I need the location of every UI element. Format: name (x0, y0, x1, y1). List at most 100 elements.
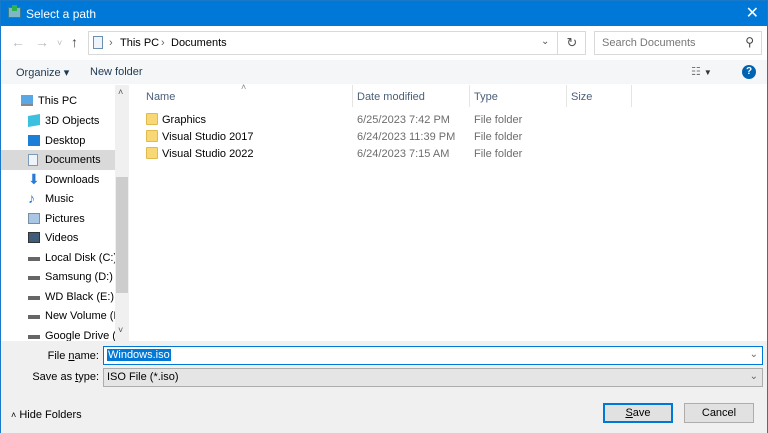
save-dialog: Select a path ✕ ← → ˅ ↑ › This PC › Docu… (0, 0, 768, 433)
close-icon[interactable]: ✕ (746, 3, 759, 23)
help-icon[interactable]: ? (742, 65, 756, 79)
dialog-footer: File name: Windows.iso ⌄ Save as type: I… (1, 341, 767, 433)
column-divider[interactable] (566, 85, 567, 107)
drive-icon (28, 252, 40, 261)
sidebar-item[interactable]: This PC (1, 91, 115, 111)
chevron-down-icon[interactable]: ⌄ (750, 349, 758, 360)
file-name-input[interactable]: Windows.iso ⌄ (103, 346, 763, 365)
sidebar-item[interactable]: Local Disk (C:) (1, 248, 118, 268)
search-icon: ⚲ (745, 35, 754, 49)
save-button[interactable]: Save (603, 403, 673, 423)
row-date: 6/24/2023 11:39 PM (357, 131, 456, 143)
breadcrumb-this-pc[interactable]: This PC (120, 37, 159, 49)
drive-icon (28, 330, 40, 339)
row-date: 6/24/2023 7:15 AM (357, 148, 450, 160)
app-icon (8, 5, 21, 18)
row-date: 6/25/2023 7:42 PM (357, 114, 450, 126)
sidebar-item[interactable]: 3D Objects (1, 111, 115, 131)
sidebar-item-label: Documents (45, 154, 101, 166)
column-size[interactable]: Size (571, 91, 592, 103)
folder-icon (146, 130, 158, 142)
column-type[interactable]: Type (474, 91, 498, 103)
column-date-modified[interactable]: Date modified (357, 91, 425, 103)
row-name: Visual Studio 2022 (162, 148, 254, 160)
sidebar-item-label: Music (45, 193, 74, 205)
breadcrumb-documents[interactable]: Documents (171, 37, 227, 49)
chevron-up-icon: ˄ (11, 410, 17, 420)
column-divider[interactable] (469, 85, 470, 107)
document-icon (93, 36, 103, 49)
sidebar-item-label: Downloads (45, 173, 100, 186)
picture-icon (28, 212, 40, 224)
hide-folders-label: Hide Folders (19, 409, 82, 421)
sidebar-item-label: Videos (45, 232, 79, 244)
download-arrow-icon: ⬇ (28, 170, 40, 187)
table-row[interactable]: Visual Studio 2022 6/24/2023 7:15 AM Fil… (129, 145, 767, 162)
cube-icon (28, 113, 40, 128)
folder-icon (146, 113, 158, 125)
breadcrumb-separator: › (161, 37, 165, 49)
drive-icon (28, 291, 40, 300)
organize-button[interactable]: Organize ▾ (16, 66, 69, 79)
chevron-down-icon[interactable]: ⌄ (541, 36, 549, 47)
recent-chevron-icon[interactable]: ˅ (57, 38, 62, 48)
table-row[interactable]: Visual Studio 2017 6/24/2023 11:39 PM Fi… (129, 128, 767, 145)
drive-icon (28, 310, 40, 319)
sidebar-item[interactable]: Videos (1, 228, 115, 248)
column-divider[interactable] (631, 85, 632, 107)
sort-ascending-icon: ˄ (241, 82, 247, 92)
save-type-value: ISO File (*.iso) (107, 371, 179, 383)
row-type: File folder (474, 131, 523, 143)
scroll-up-icon[interactable]: ˄ (118, 87, 123, 97)
scroll-down-icon[interactable]: ˅ (118, 325, 123, 335)
sidebar-item-label: Local Disk (C:) (45, 251, 118, 264)
sidebar-item[interactable]: WD Black (E:) (1, 287, 115, 307)
file-name-label: File name: (47, 350, 99, 362)
document-icon (28, 154, 38, 166)
cancel-button[interactable]: Cancel (684, 403, 754, 423)
hide-folders-button[interactable]: ˄ Hide Folders (11, 409, 82, 421)
sidebar-item-label: Desktop (45, 134, 86, 147)
forward-arrow-icon[interactable]: → (35, 34, 49, 50)
sidebar-item-label: Samsung (D:) (45, 271, 113, 283)
sidebar-item-label: Pictures (45, 212, 85, 225)
back-arrow-icon[interactable]: ← (11, 34, 25, 50)
sidebar-scrollbar[interactable]: ˄ ˅ (115, 85, 129, 341)
row-type: File folder (474, 148, 523, 160)
sidebar-item[interactable]: ⬇ Downloads (1, 170, 115, 190)
save-type-label: Save as type: (32, 371, 99, 383)
row-name: Visual Studio 2017 (162, 131, 254, 143)
sidebar-item[interactable]: ♪ Music (1, 189, 115, 209)
file-name-value: Windows.iso (107, 349, 171, 361)
desktop-icon (28, 134, 40, 146)
computer-icon (21, 95, 33, 106)
address-bar[interactable]: › This PC › Documents ⌄ ↻ (88, 31, 586, 55)
breadcrumb-separator: › (109, 37, 113, 49)
folder-icon (146, 147, 158, 159)
chevron-down-icon: ⌄ (749, 371, 758, 382)
column-divider[interactable] (352, 85, 353, 107)
search-placeholder: Search Documents (602, 37, 696, 49)
window-title: Select a path (26, 7, 97, 21)
file-list: ˄ Name Date modified Type Size Graphics … (129, 82, 767, 341)
sidebar-item[interactable]: Google Drive (G: (1, 326, 128, 341)
film-icon (28, 232, 40, 243)
sidebar-item[interactable]: New Volume (F:) (1, 306, 127, 326)
refresh-icon[interactable]: ↻ (557, 32, 586, 54)
sidebar-item[interactable]: Pictures (1, 209, 115, 229)
view-options-icon[interactable]: ☷ ▼ (691, 65, 712, 78)
sidebar-item[interactable]: Samsung (D:) (1, 267, 115, 287)
sidebar-item-label: This PC (38, 95, 78, 107)
navigation-bar: ← → ˅ ↑ › This PC › Documents ⌄ ↻ Search… (1, 29, 767, 57)
sidebar-item[interactable]: Desktop (1, 131, 115, 151)
new-folder-button[interactable]: New folder (90, 66, 143, 78)
scrollbar-thumb[interactable] (116, 177, 128, 293)
title-bar: Select a path ✕ (1, 1, 767, 26)
sidebar-item[interactable]: Documents (1, 150, 115, 170)
row-type: File folder (474, 114, 523, 126)
save-type-select[interactable]: ISO File (*.iso) ⌄ (103, 368, 763, 387)
table-row[interactable]: Graphics 6/25/2023 7:42 PM File folder (129, 111, 767, 128)
search-input[interactable]: Search Documents ⚲ (594, 31, 762, 55)
column-name[interactable]: Name (146, 91, 175, 103)
up-arrow-icon[interactable]: ↑ (71, 34, 78, 50)
